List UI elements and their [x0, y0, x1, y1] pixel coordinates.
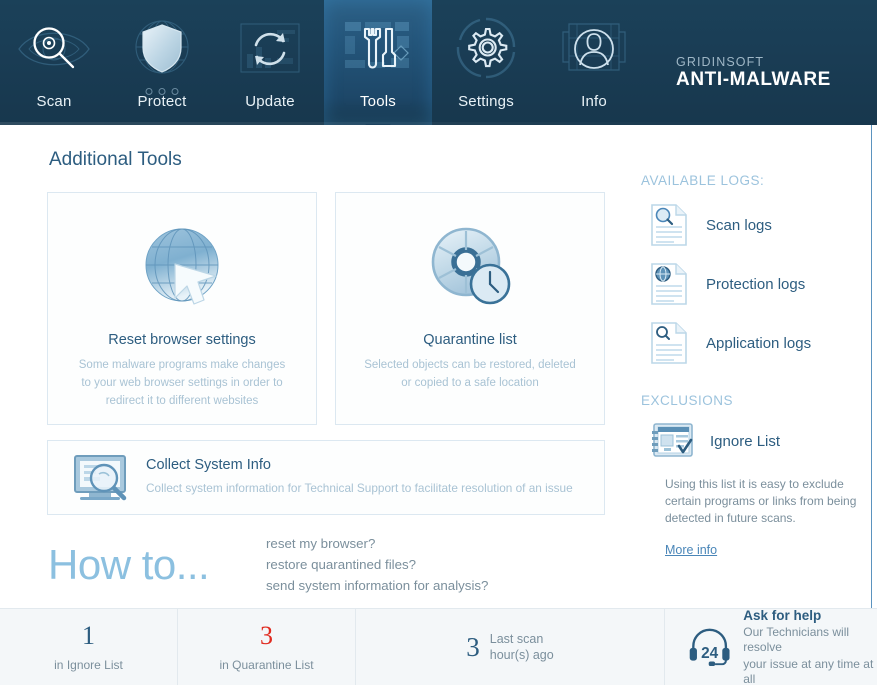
- sidebar-label-scan-logs: Scan logs: [706, 216, 772, 234]
- user-portrait-icon: [574, 29, 614, 69]
- headset-icon: 24: [689, 628, 730, 666]
- ask-for-help-text: Ask for help Our Technicians will resolv…: [743, 608, 877, 685]
- exclusions-description: Using this list it is easy to exclude ce…: [665, 477, 857, 525]
- collect-system-info-icon-holder: [62, 452, 138, 504]
- status-bar: 1 in Ignore List 3 in Quarantine List 3 …: [0, 608, 877, 685]
- sidebar-label-ignore-list: Ignore List: [710, 432, 781, 450]
- status-ignore-list[interactable]: 1 in Ignore List: [0, 609, 178, 685]
- sidebar: AVAILABLE LOGS: Scan logs Protection log…: [614, 125, 877, 608]
- info-glyph: [555, 14, 633, 84]
- status-quarantine-list[interactable]: 3 in Quarantine List: [178, 609, 356, 685]
- nav-label-update: Update: [245, 93, 295, 110]
- protect-status-dots: [145, 88, 179, 95]
- how-to-link-restore-quarantined[interactable]: restore quarantined files?: [266, 554, 488, 575]
- collect-system-info-text: Collect System Info Collect system infor…: [138, 457, 573, 498]
- quarantine-icon-holder: [352, 217, 588, 322]
- ask-for-help-line2: your issue at any time at all: [743, 656, 874, 685]
- status-last-scan-hours: 3: [466, 631, 480, 662]
- status-quarantine-count: 3: [260, 620, 273, 650]
- nav-item-update[interactable]: Update: [216, 0, 324, 125]
- card-desc-quarantine: Selected objects can be restored, delete…: [364, 359, 576, 389]
- monitor-magnifier-icon: [74, 454, 127, 500]
- sidebar-label-application-logs: Application logs: [706, 334, 812, 352]
- content-area: Additional Tools Reset browser settings …: [0, 125, 877, 608]
- nav-label-scan: Scan: [36, 93, 72, 110]
- status-last-scan-line1: Last scan: [489, 632, 544, 646]
- tools-main-column: Additional Tools Reset browser settings …: [0, 125, 614, 608]
- disc-clock-icon: [431, 227, 511, 304]
- brand-line-2: ANTI-MALWARE: [676, 69, 831, 91]
- headset-badge-number: 24: [701, 645, 719, 662]
- tool-cards-row: Reset browser settings Some malware prog…: [47, 192, 614, 425]
- status-last-scan-line2: hour(s) ago: [489, 648, 554, 662]
- document-globe-icon: [651, 263, 687, 305]
- active-tab-notch: [365, 124, 391, 125]
- vertical-scrollbar[interactable]: [871, 125, 872, 608]
- tools-glyph: [339, 14, 417, 84]
- protect-glyph: [123, 14, 201, 84]
- card-quarantine-list[interactable]: Quarantine list Selected objects can be …: [335, 192, 605, 425]
- card-collect-system-info[interactable]: Collect System Info Collect system infor…: [47, 440, 605, 515]
- brand-line-1: GRIDINSOFT: [676, 55, 765, 69]
- nav-items: Scan Protect Update Tools Settings Info: [0, 0, 648, 125]
- page-title: Additional Tools: [49, 149, 182, 170]
- how-to-links: reset my browser? restore quarantined fi…: [266, 533, 488, 596]
- nav-label-protect: Protect: [137, 93, 187, 110]
- ask-for-help-title: Ask for help: [743, 607, 822, 623]
- nav-item-info[interactable]: Info: [540, 0, 648, 125]
- nav-item-protect[interactable]: Protect: [108, 0, 216, 125]
- gear-icon: [468, 27, 508, 68]
- sidebar-item-application-logs[interactable]: Application logs: [650, 321, 877, 365]
- card-title-reset-browser: Reset browser settings: [108, 332, 256, 348]
- sidebar-item-scan-logs[interactable]: Scan logs: [650, 203, 877, 247]
- collect-system-info-title: Collect System Info: [146, 457, 271, 474]
- update-glyph: [231, 14, 309, 84]
- how-to-section: How to... reset my browser? restore quar…: [48, 533, 614, 596]
- wrench-screwdriver-icon: [363, 27, 397, 69]
- collect-system-info-desc: Collect system information for Technical…: [146, 481, 573, 496]
- nav-label-settings: Settings: [458, 93, 514, 110]
- card-desc-reset-browser: Some malware programs make changes to yo…: [78, 359, 286, 407]
- nav-label-tools: Tools: [359, 93, 397, 110]
- sidebar-item-protection-logs[interactable]: Protection logs: [650, 262, 877, 306]
- ask-for-help-line1: Our Technicians will resolve: [743, 624, 850, 654]
- nav-label-info: Info: [581, 93, 607, 110]
- how-to-link-reset-browser[interactable]: reset my browser?: [266, 533, 488, 554]
- available-logs-heading: AVAILABLE LOGS:: [641, 173, 765, 188]
- nav-item-settings[interactable]: Settings: [432, 0, 540, 125]
- list-check-icon: [652, 423, 693, 457]
- status-last-scan[interactable]: 3 Last scan hour(s) ago: [356, 609, 665, 685]
- shield-icon: [142, 24, 182, 73]
- sidebar-item-ignore-list[interactable]: Ignore List: [650, 420, 877, 462]
- reset-browser-icon-holder: [64, 217, 300, 322]
- status-ignore-count: 1: [82, 620, 95, 650]
- status-last-scan-text: Last scan hour(s) ago: [490, 631, 554, 663]
- document-magnifier-icon: [651, 204, 687, 246]
- document-search-icon: [651, 322, 687, 364]
- globe-cursor-icon: [145, 228, 219, 305]
- settings-glyph: [447, 14, 525, 84]
- exclusions-heading: EXCLUSIONS: [641, 393, 734, 408]
- brand-logo: GRIDINSOFT ANTI-MALWARE: [676, 55, 831, 91]
- status-ask-for-help[interactable]: 24 Ask for help Our Technicians will res…: [665, 608, 877, 685]
- status-quarantine-label: in Quarantine List: [219, 657, 314, 672]
- scan-glyph: [15, 14, 93, 84]
- nav-item-scan[interactable]: Scan: [0, 0, 108, 125]
- top-navigation-bar: Scan Protect Update Tools Settings Info …: [0, 0, 877, 125]
- status-ignore-label: in Ignore List: [54, 657, 123, 672]
- how-to-heading: How to...: [48, 540, 210, 588]
- card-reset-browser-settings[interactable]: Reset browser settings Some malware prog…: [47, 192, 317, 425]
- nav-item-tools[interactable]: Tools: [324, 0, 432, 125]
- gridinsoft-anti-malware-window: Scan Protect Update Tools Settings Info …: [0, 0, 877, 685]
- magnifier-eye-icon: [33, 27, 75, 69]
- refresh-arrows-icon: [254, 32, 286, 66]
- card-title-quarantine: Quarantine list: [423, 332, 517, 348]
- more-info-link[interactable]: More info: [665, 543, 717, 557]
- sidebar-label-protection-logs: Protection logs: [706, 275, 806, 293]
- how-to-link-send-system-info[interactable]: send system information for analysis?: [266, 575, 488, 596]
